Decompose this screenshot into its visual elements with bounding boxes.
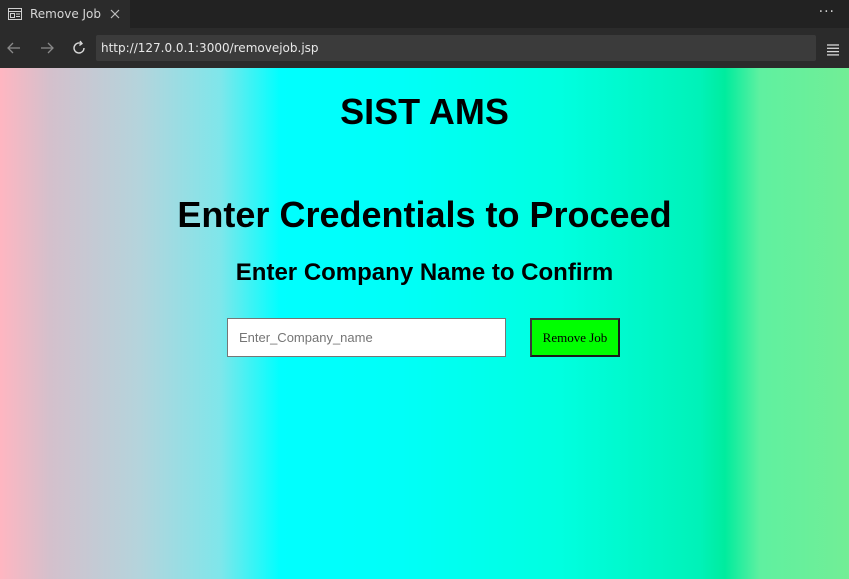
site-title: SIST AMS	[340, 91, 509, 132]
reload-icon[interactable]	[69, 38, 89, 58]
arrow-left-icon[interactable]	[4, 38, 24, 58]
more-menu-button[interactable]: ···	[819, 4, 835, 20]
tab-strip: Remove Job ···	[0, 0, 849, 28]
page-icon	[8, 7, 22, 21]
tab-title: Remove Job	[30, 7, 102, 21]
hamburger-icon[interactable]	[826, 41, 840, 56]
page-content: SIST AMS Enter Credentials to Proceed En…	[0, 68, 849, 579]
url-bar[interactable]: http://127.0.0.1:3000/removejob.jsp	[96, 35, 816, 61]
browser-toolbar: http://127.0.0.1:3000/removejob.jsp	[0, 28, 849, 68]
page-subheading: Enter Company Name to Confirm	[235, 259, 614, 286]
page-heading: Enter Credentials to Proceed	[177, 194, 672, 235]
company-name-input[interactable]	[227, 318, 506, 357]
browser-window: Remove Job ··· http://127.0.0.1:3000/rem…	[0, 0, 849, 579]
close-icon[interactable]	[108, 7, 122, 21]
url-text: http://127.0.0.1:3000/removejob.jsp	[101, 41, 319, 55]
arrow-right-icon[interactable]	[37, 38, 57, 58]
remove-job-button[interactable]: Remove Job	[530, 318, 620, 357]
tab-remove-job[interactable]: Remove Job	[0, 0, 130, 28]
